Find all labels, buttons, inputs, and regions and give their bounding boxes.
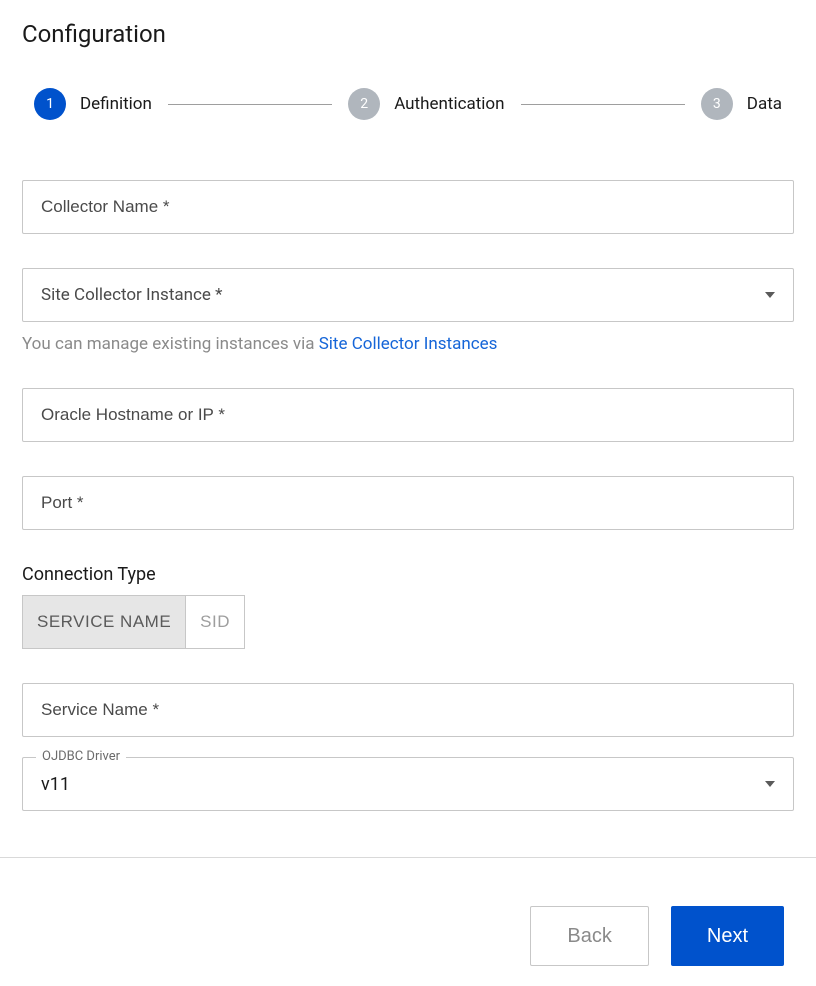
step-2-circle: 2 <box>348 88 380 120</box>
step-3-label: Data <box>747 94 782 114</box>
step-1-label: Definition <box>80 94 152 114</box>
sid-toggle[interactable]: SID <box>186 596 244 648</box>
collector-name-input[interactable] <box>22 180 794 234</box>
helper-text-row: You can manage existing instances via Si… <box>22 334 794 354</box>
chevron-down-icon <box>765 292 775 298</box>
service-name-toggle[interactable]: SERVICE NAME <box>23 596 186 648</box>
site-collector-select[interactable]: Site Collector Instance * <box>22 268 794 322</box>
site-collector-instances-link[interactable]: Site Collector Instances <box>319 334 498 354</box>
ojdbc-driver-select[interactable]: v11 <box>22 757 794 811</box>
step-definition[interactable]: 1 Definition <box>34 88 152 120</box>
connection-type-toggle: SERVICE NAME SID <box>22 595 245 649</box>
step-connector <box>168 104 332 105</box>
oracle-hostname-input[interactable] <box>22 388 794 442</box>
ojdbc-value: v11 <box>41 774 70 795</box>
page-title: Configuration <box>22 20 794 48</box>
chevron-down-icon <box>765 781 775 787</box>
helper-text: You can manage existing instances via <box>22 334 319 354</box>
step-2-label: Authentication <box>394 94 504 114</box>
next-button[interactable]: Next <box>671 906 784 966</box>
footer: Back Next <box>0 857 816 986</box>
site-collector-placeholder: Site Collector Instance * <box>41 285 222 305</box>
step-connector <box>521 104 685 105</box>
step-1-circle: 1 <box>34 88 66 120</box>
step-data[interactable]: 3 Data <box>701 88 782 120</box>
port-input[interactable] <box>22 476 794 530</box>
step-3-circle: 3 <box>701 88 733 120</box>
ojdbc-label: OJDBC Driver <box>36 749 126 764</box>
back-button[interactable]: Back <box>530 906 648 966</box>
service-name-input[interactable] <box>22 683 794 737</box>
step-authentication[interactable]: 2 Authentication <box>348 88 504 120</box>
connection-type-label: Connection Type <box>22 564 794 585</box>
stepper: 1 Definition 2 Authentication 3 Data <box>22 88 794 120</box>
